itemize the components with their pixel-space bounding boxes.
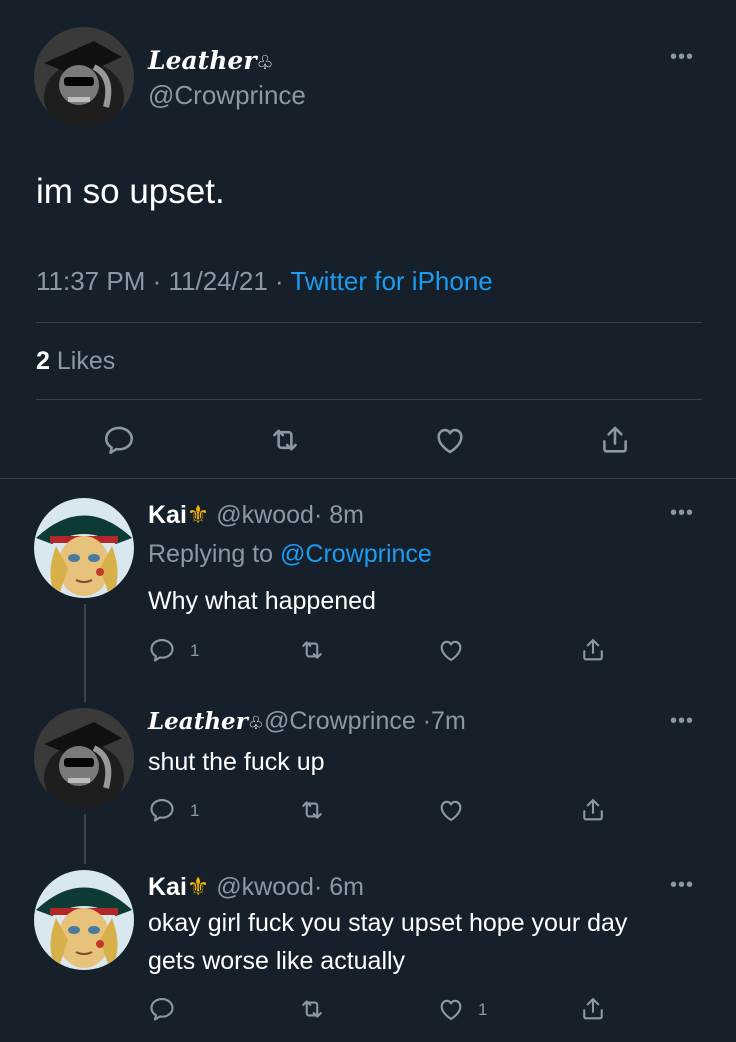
display-name[interactable]: Leather [148, 708, 248, 735]
tweet-meta: 11:37 PM · 11/24/21 · Twitter for iPhone [36, 266, 493, 297]
tweet-date[interactable]: 11/24/21 [169, 266, 268, 296]
reply-icon[interactable] [148, 636, 176, 664]
name-emoji: ♧ [247, 713, 264, 733]
tweet-header: Kai⚜ @kwood· 6m [148, 872, 364, 902]
tweet-text: im so upset. [36, 172, 225, 211]
meta-separator: · [313, 873, 323, 901]
tweet-text-line: gets worse like actually [148, 947, 406, 975]
retweet-icon[interactable] [298, 995, 326, 1023]
reply-count: 1 [190, 801, 200, 820]
tweet-time[interactable]: 8m [329, 501, 364, 529]
more-icon[interactable]: ••• [670, 503, 694, 523]
tweet-source[interactable]: Twitter for iPhone [290, 266, 492, 296]
tweet-text-line: okay girl fuck you stay upset hope your … [148, 909, 628, 937]
replying-to: Replying to @Crowprince [148, 540, 432, 569]
replying-to-handle[interactable]: @Crowprince [280, 540, 432, 568]
name-emoji: ♧ [256, 52, 274, 74]
thread-line [84, 814, 86, 864]
meta-separator: · [152, 266, 162, 296]
meta-separator: · [275, 266, 284, 296]
display-name[interactable]: Kai [148, 501, 187, 529]
display-name[interactable]: Leather♧ [148, 46, 274, 75]
user-handle[interactable]: @kwood [216, 501, 314, 529]
user-handle[interactable]: @kwood [216, 873, 314, 901]
avatar[interactable] [34, 498, 134, 598]
share-icon[interactable] [598, 423, 632, 457]
replying-prefix: Replying to [148, 540, 274, 568]
more-icon[interactable]: ••• [670, 711, 694, 731]
like-icon[interactable] [433, 423, 467, 457]
reply-icon[interactable] [148, 995, 176, 1023]
display-name[interactable]: Kai [148, 873, 187, 901]
more-icon[interactable]: ••• [670, 875, 694, 895]
more-icon[interactable]: ••• [670, 47, 694, 67]
retweet-icon[interactable] [298, 796, 326, 824]
avatar[interactable] [34, 870, 134, 970]
tweet-text: Why what happened [148, 587, 376, 615]
display-name-text: Leather [148, 46, 257, 75]
tweet-header: Leather♧@Crowprince ·7m [148, 707, 466, 736]
reply-icon[interactable] [148, 796, 176, 824]
like-icon[interactable] [437, 636, 465, 664]
share-icon[interactable] [579, 995, 607, 1023]
avatar[interactable] [34, 708, 134, 808]
user-handle[interactable]: @Crowprince [148, 80, 306, 111]
likes-label: Likes [56, 347, 116, 375]
meta-separator: · [313, 501, 323, 529]
user-handle[interactable]: @Crowprince [264, 707, 416, 735]
name-emoji: ⚜ [186, 873, 210, 901]
divider [0, 478, 736, 479]
divider [36, 399, 702, 400]
retweet-icon[interactable] [268, 423, 302, 457]
retweet-icon[interactable] [298, 636, 326, 664]
reply-count: 1 [190, 641, 200, 660]
tweet-header: Kai⚜ @kwood· 8m [148, 500, 364, 530]
divider [36, 322, 702, 323]
like-count: 1 [478, 1000, 488, 1019]
avatar[interactable] [34, 27, 134, 127]
tweet-time[interactable]: 7m [431, 707, 466, 735]
reply-icon[interactable] [102, 423, 136, 457]
tweet-time[interactable]: 6m [329, 873, 364, 901]
thread-line [84, 604, 86, 702]
name-emoji: ⚜ [186, 501, 210, 529]
tweet-time: 11:37 PM [36, 266, 146, 296]
share-icon[interactable] [579, 796, 607, 824]
like-icon[interactable] [437, 796, 465, 824]
likes-stat[interactable]: 2 Likes [36, 347, 115, 376]
share-icon[interactable] [579, 636, 607, 664]
meta-separator: · [422, 707, 432, 735]
tweet-text: shut the fuck up [148, 748, 325, 776]
likes-count: 2 [36, 347, 50, 375]
like-icon[interactable] [437, 995, 465, 1023]
